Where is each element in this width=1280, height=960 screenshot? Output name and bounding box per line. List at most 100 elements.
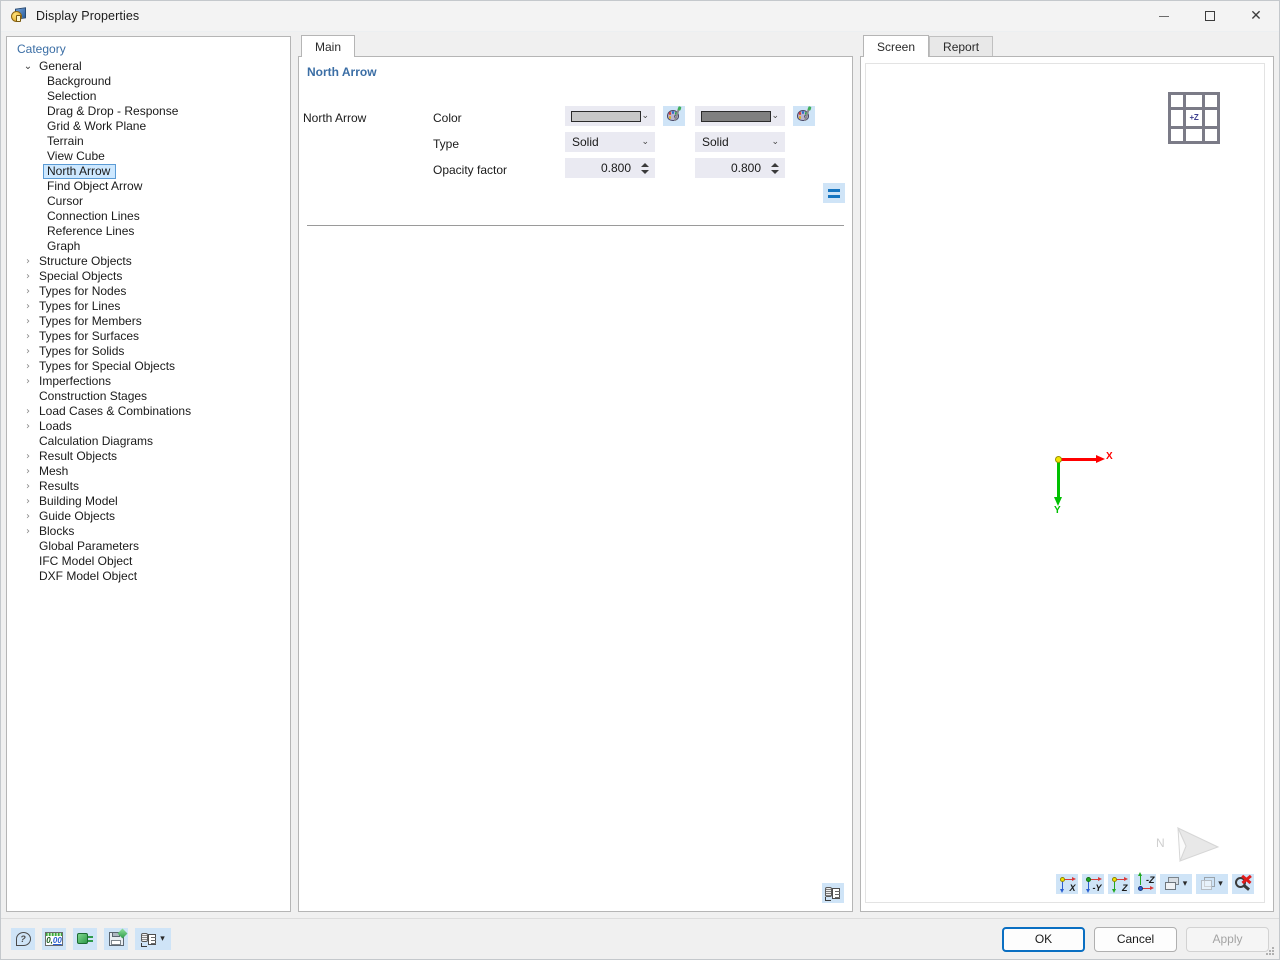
tree-item-types-for-members[interactable]: › Types for Members (7, 314, 290, 329)
tree-item-find-object-arrow[interactable]: Find Object Arrow (7, 179, 290, 194)
tree-item-grid-work-plane[interactable]: Grid & Work Plane (7, 119, 290, 134)
tree-item-types-for-solids[interactable]: › Types for Solids (7, 344, 290, 359)
category-tree-list[interactable]: ⌄ General Background Selection Drag & Drop -… (7, 59, 290, 911)
tree-item-north-arrow[interactable]: North Arrow (7, 164, 290, 179)
minimize-button[interactable] (1141, 1, 1187, 32)
chevron-down-icon[interactable]: ▾ (1218, 879, 1223, 889)
view-cube-cell[interactable] (1204, 110, 1217, 126)
tree-item-graph[interactable]: Graph (7, 239, 290, 254)
tree-item-reference-lines[interactable]: Reference Lines (7, 224, 290, 239)
tab-main[interactable]: Main (301, 35, 356, 57)
view-cube-cell[interactable] (1171, 95, 1184, 108)
chevron-right-icon[interactable]: › (21, 314, 35, 329)
tree-item-drag-drop-response[interactable]: Drag & Drop - Response (7, 104, 290, 119)
chevron-right-icon[interactable]: › (21, 524, 35, 539)
report-opacity-spinner[interactable]: 0.800 (695, 158, 785, 178)
view-cube-cell[interactable] (1171, 110, 1184, 126)
view-minus-y-button[interactable]: -Y (1082, 874, 1104, 894)
tree-item-construction-stages[interactable]: Construction Stages (7, 389, 290, 404)
save-config-button[interactable] (104, 928, 128, 950)
tree-item-structure-objects[interactable]: › Structure Objects (7, 254, 290, 269)
ok-button[interactable]: OK (1002, 926, 1085, 952)
chevron-down-icon[interactable]: ⌄ (21, 59, 35, 74)
chevron-right-icon[interactable]: › (21, 284, 35, 299)
render-mode-button[interactable]: ▾ (1160, 874, 1192, 894)
view-cube[interactable]: +Z (1168, 92, 1220, 144)
tree-item-connection-lines[interactable]: Connection Lines (7, 209, 290, 224)
tree-item-global-parameters[interactable]: Global Parameters (7, 539, 290, 554)
view-cube-cell[interactable] (1171, 128, 1184, 141)
chevron-right-icon[interactable]: › (21, 509, 35, 524)
zoom-reset-button[interactable] (1232, 874, 1254, 894)
view-z-button[interactable]: Z (1108, 874, 1130, 894)
view-cube-cell[interactable] (1186, 95, 1202, 108)
tree-item-blocks[interactable]: › Blocks (7, 524, 290, 539)
chevron-right-icon[interactable]: › (21, 299, 35, 314)
view-cube-face-label[interactable]: +Z (1186, 110, 1202, 126)
report-palette-button[interactable] (793, 106, 815, 126)
help-button[interactable]: ? (11, 928, 35, 950)
units-button[interactable]: 0,00 (42, 928, 66, 950)
screen-opacity-spinner[interactable]: 0.800 (565, 158, 655, 178)
screen-palette-button[interactable] (663, 106, 685, 126)
tree-item-types-for-lines[interactable]: › Types for Lines (7, 299, 290, 314)
view-cube-cell[interactable] (1204, 95, 1217, 108)
close-button[interactable]: ✕ (1233, 1, 1279, 32)
chevron-right-icon[interactable]: › (21, 419, 35, 434)
tree-item-ifc-model-object[interactable]: IFC Model Object (7, 554, 290, 569)
chevron-right-icon[interactable]: › (21, 449, 35, 464)
tree-item-calculation-diagrams[interactable]: Calculation Diagrams (7, 434, 290, 449)
tree-item-background[interactable]: Background (7, 74, 290, 89)
preview-tab-report[interactable]: Report (929, 36, 994, 57)
spinner-arrows-icon[interactable] (768, 162, 781, 174)
tree-item-view-cube[interactable]: View Cube (7, 149, 290, 164)
tree-item-result-objects[interactable]: › Result Objects (7, 449, 290, 464)
cancel-button[interactable]: Cancel (1094, 926, 1177, 952)
wireframe-mode-button[interactable]: ▾ (1196, 874, 1228, 894)
addon-button[interactable] (73, 928, 97, 950)
view-x-button[interactable]: X (1056, 874, 1078, 894)
chevron-right-icon[interactable]: › (21, 269, 35, 284)
chevron-right-icon[interactable]: › (21, 464, 35, 479)
tree-item-building-model[interactable]: › Building Model (7, 494, 290, 509)
preview-canvas[interactable]: +Z X Y N X -Y Z -Z ▾ ▾ (865, 63, 1265, 903)
tree-item-types-for-special-objects[interactable]: › Types for Special Objects (7, 359, 290, 374)
preview-tab-screen[interactable]: Screen (863, 35, 930, 57)
view-cube-cell[interactable] (1186, 128, 1202, 141)
settings-report-button[interactable] (822, 883, 844, 903)
tree-item-loads[interactable]: › Loads (7, 419, 290, 434)
chevron-right-icon[interactable]: › (21, 359, 35, 374)
chevron-right-icon[interactable]: › (21, 329, 35, 344)
tree-item-guide-objects[interactable]: › Guide Objects (7, 509, 290, 524)
chevron-right-icon[interactable]: › (21, 374, 35, 389)
tree-item-special-objects[interactable]: › Special Objects (7, 269, 290, 284)
screen-type-combo[interactable]: Solid ⌄ (565, 132, 655, 152)
tree-item-general[interactable]: ⌄ General (7, 59, 290, 74)
tree-item-terrain[interactable]: Terrain (7, 134, 290, 149)
report-type-combo[interactable]: Solid ⌄ (695, 132, 785, 152)
chevron-right-icon[interactable]: › (21, 254, 35, 269)
resize-grip[interactable] (1265, 946, 1275, 956)
tree-item-types-for-nodes[interactable]: › Types for Nodes (7, 284, 290, 299)
chevron-right-icon[interactable]: › (21, 344, 35, 359)
chevron-right-icon[interactable]: › (21, 404, 35, 419)
spinner-arrows-icon[interactable] (638, 162, 651, 174)
view-minus-z-button[interactable]: -Z (1134, 871, 1156, 894)
tree-item-types-for-surfaces[interactable]: › Types for Surfaces (7, 329, 290, 344)
chevron-right-icon[interactable]: › (21, 494, 35, 509)
report-color-combo[interactable]: ⌄ (695, 106, 785, 126)
chevron-down-icon[interactable]: ▾ (160, 934, 165, 944)
tree-item-results[interactable]: › Results (7, 479, 290, 494)
equalize-columns-button[interactable] (823, 183, 845, 203)
tree-item-cursor[interactable]: Cursor (7, 194, 290, 209)
tree-item-selection[interactable]: Selection (7, 89, 290, 104)
chevron-right-icon[interactable]: › (21, 479, 35, 494)
screen-color-combo[interactable]: ⌄ (565, 106, 655, 126)
load-config-button[interactable]: ▾ (135, 928, 171, 950)
tree-item-dxf-model-object[interactable]: DXF Model Object (7, 569, 290, 584)
tree-item-load-cases-combinations[interactable]: › Load Cases & Combinations (7, 404, 290, 419)
view-cube-cell[interactable] (1204, 128, 1217, 141)
tree-item-mesh[interactable]: › Mesh (7, 464, 290, 479)
tree-item-imperfections[interactable]: › Imperfections (7, 374, 290, 389)
chevron-down-icon[interactable]: ▾ (1183, 879, 1188, 889)
